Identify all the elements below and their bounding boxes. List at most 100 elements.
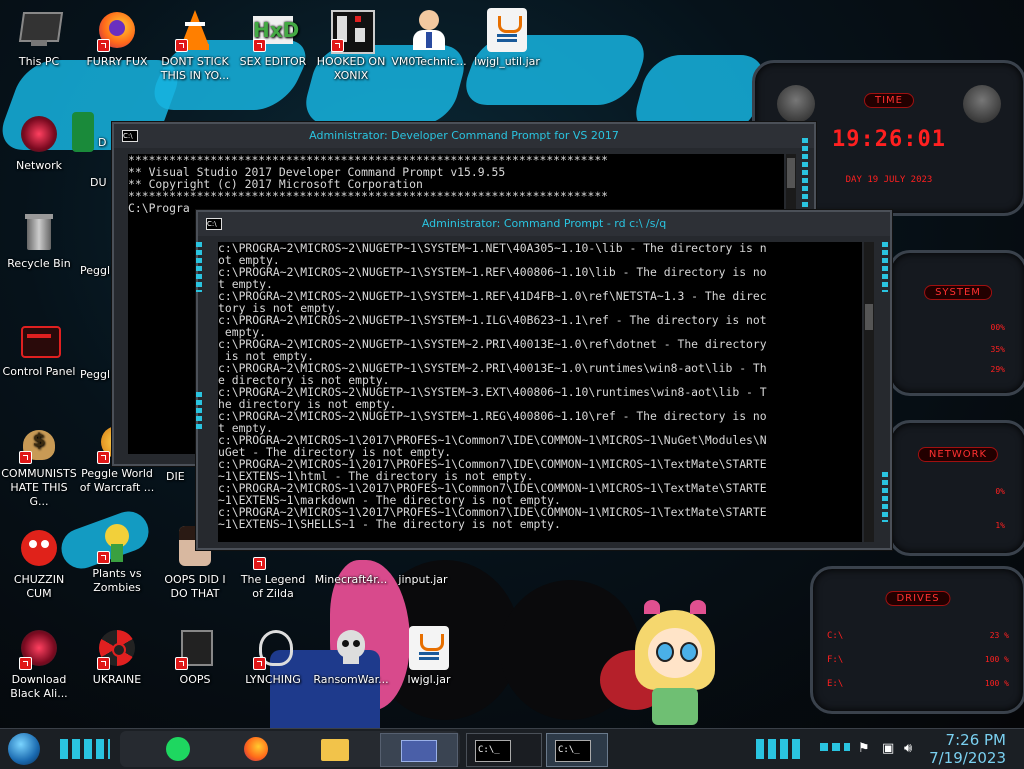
system-gadget: SYSTEM 00% 35% 29% <box>888 250 1024 396</box>
skull-icon <box>329 626 373 670</box>
window-title: Administrator: Developer Command Prompt … <box>309 129 619 142</box>
desktop-icon-partial[interactable]: Peggl <box>80 264 110 278</box>
desktop-icon-label: Recycle Bin <box>7 257 71 270</box>
scrollbar-thumb[interactable] <box>787 158 795 188</box>
desktop-icon-chuzzin[interactable]: CHUZZIN CUM <box>0 526 78 601</box>
drive-label: C:\ <box>827 631 844 641</box>
desktop-icon-dont-stick[interactable]: DONT STICK THIS IN YO... <box>156 8 234 83</box>
desktop-icon-label: Peggle World of Warcraft ... <box>79 467 155 494</box>
desktop-icon-partial[interactable]: Peggl <box>80 368 110 382</box>
wallpaper-cartoon-character <box>630 600 720 725</box>
drive-usage: 23 % <box>989 631 1009 640</box>
start-orb-icon <box>8 733 40 765</box>
console-line: c:\PROGRA~2\MICROS~2\NUGETP~1\SYSTEM~1.N… <box>218 242 767 255</box>
desktop-icon-label: LYNCHING <box>245 673 301 686</box>
desktop-icon-oops[interactable]: OOPS <box>156 626 234 687</box>
desktop-icon-communists[interactable]: $ COMMUNISTS HATE THIS G... <box>0 420 78 509</box>
gadget-value: 00% <box>990 323 1005 332</box>
recycle-bin-icon <box>17 210 61 254</box>
gadget-value: 35% <box>990 345 1005 354</box>
network-icon <box>17 112 61 156</box>
desktop-icon-label: HOOKED ON XONIX <box>316 55 386 82</box>
system-gadget-title: SYSTEM <box>924 285 992 300</box>
drive-usage: 100 % <box>984 655 1009 664</box>
firefox-icon <box>244 737 268 761</box>
alien-head-icon <box>777 85 815 123</box>
desktop-icon-label: OOPS <box>179 673 211 686</box>
desktop-icon-lwjgl-util-jar[interactable]: lwjgl_util.jar <box>468 8 546 69</box>
spotify-icon <box>166 737 190 761</box>
desktop-icon-label: Peggl <box>80 368 111 381</box>
cmd-icon: C:\_ <box>475 740 511 762</box>
desktop-icon-partial[interactable]: D DU <box>72 112 112 189</box>
java-jar-icon <box>407 626 451 670</box>
command-prompt-window[interactable]: C:\ Administrator: Command Prompt - rd c… <box>196 210 892 550</box>
window-title: Administrator: Command Prompt - rd c:\ /… <box>421 217 667 230</box>
taskbar-decoration <box>60 739 110 759</box>
plants-icon <box>95 520 139 564</box>
desktop-icon-plants-vs-zombies[interactable]: Plants vs Zombies <box>78 520 156 595</box>
chuzzle-icon <box>17 526 61 570</box>
gadget-value: 29% <box>990 365 1005 374</box>
network-status-icon[interactable]: ▣ <box>882 741 894 756</box>
drives-gadget: DRIVES C:\ 23 % F:\ 100 % E:\ 100 % <box>810 566 1024 714</box>
volume-icon[interactable]: 🔊︎ <box>904 741 912 756</box>
flag-icon[interactable]: ⚑ <box>858 741 870 756</box>
monitor-icon <box>17 8 64 52</box>
scrollbar-thumb[interactable] <box>865 304 873 330</box>
control-panel-app-icon <box>401 740 437 762</box>
taskbar-button-cmd-1[interactable]: C:\_ <box>466 733 542 767</box>
desktop-icon-partial[interactable]: DIE <box>166 470 196 484</box>
taskbar-button-control-panel[interactable] <box>380 733 458 767</box>
alienware-icon <box>17 626 61 670</box>
taskbar-button-file-explorer[interactable] <box>318 733 352 765</box>
radiation-icon <box>95 626 139 670</box>
desktop-icon-recycle-bin[interactable]: Recycle Bin <box>0 210 78 271</box>
desktop-icon-label: D <box>98 136 107 149</box>
desktop-icon-ukraine[interactable]: UKRAINE <box>78 626 156 687</box>
desktop-icon-this-pc[interactable]: This PC <box>0 8 78 69</box>
taskbar-button-spotify[interactable] <box>162 733 194 765</box>
desktop-icon-network[interactable]: Network <box>0 112 78 173</box>
cmd-icon: C:\_ <box>555 740 591 762</box>
console-line: ****************************************… <box>128 189 609 203</box>
drives-gadget-title: DRIVES <box>885 591 951 606</box>
desktop-icon-label: OOPS DID I DO THAT <box>164 573 226 600</box>
taskbar-button-firefox[interactable] <box>240 733 272 765</box>
taskbar-clock[interactable]: 7:26 PM 7/19/2023 <box>929 731 1006 767</box>
desktop-icon-sex-editor[interactable]: HxD SEX EDITOR <box>234 8 312 69</box>
vertical-scrollbar[interactable] <box>864 242 874 542</box>
desktop-icon-ransomware[interactable]: RansomWar... <box>312 626 390 687</box>
hxd-icon: HxD <box>251 8 299 52</box>
app-icon <box>72 112 94 152</box>
money-bag-icon: $ <box>17 420 61 464</box>
window-titlebar[interactable]: C:\ Administrator: Command Prompt - rd c… <box>198 212 890 236</box>
desktop-icon-label: SEX EDITOR <box>239 55 307 68</box>
desktop-icon-label: The Legend of Zilda <box>240 573 306 600</box>
desktop-icon-lynching[interactable]: LYNCHING <box>234 626 312 687</box>
control-panel-icon <box>17 318 61 362</box>
desktop-icon-label: This PC <box>18 55 60 68</box>
desktop-icon-hooked-on-xonix[interactable]: HOOKED ON XONIX <box>312 8 390 83</box>
console-output[interactable]: c:\PROGRA~2\MICROS~2\NUGETP~1\SYSTEM~1.N… <box>218 242 862 542</box>
gadget-value: 0% <box>995 487 1005 496</box>
taskbar-button-cmd-2[interactable]: C:\_ <box>546 733 608 767</box>
desktop-icon-download-black-ali[interactable]: Download Black Ali... <box>0 626 78 701</box>
taskbar-time: 7:26 PM <box>945 731 1006 749</box>
desktop-icon-vm0technic[interactable]: VM0Technic... <box>390 8 468 69</box>
desktop-icon-label: Control Panel <box>2 365 76 378</box>
desktop-icon-control-panel[interactable]: Control Panel <box>0 318 78 379</box>
desktop-icon-label: Minecraft4r... <box>314 573 388 586</box>
window-frame-decoration <box>882 472 888 522</box>
desktop-icon-label: lwjgl.jar <box>407 673 451 686</box>
file-explorer-icon <box>321 739 349 761</box>
desktop-icon-label: COMMUNISTS HATE THIS G... <box>1 467 77 508</box>
desktop-icon-lwjgl-jar[interactable]: lwjgl.jar <box>390 626 468 687</box>
window-titlebar[interactable]: C:\ Administrator: Developer Command Pro… <box>114 124 814 148</box>
start-button[interactable] <box>6 733 44 765</box>
desktop-icon-label: DONT STICK THIS IN YO... <box>160 55 230 82</box>
firefox-icon <box>95 8 139 52</box>
desktop-icon-furry-fux[interactable]: FURRY FUX <box>78 8 156 69</box>
console-line: ~1\EXTENS~1\SHELLS~1 - The directory is … <box>218 517 561 531</box>
desktop-icon-label: DU <box>90 176 107 189</box>
